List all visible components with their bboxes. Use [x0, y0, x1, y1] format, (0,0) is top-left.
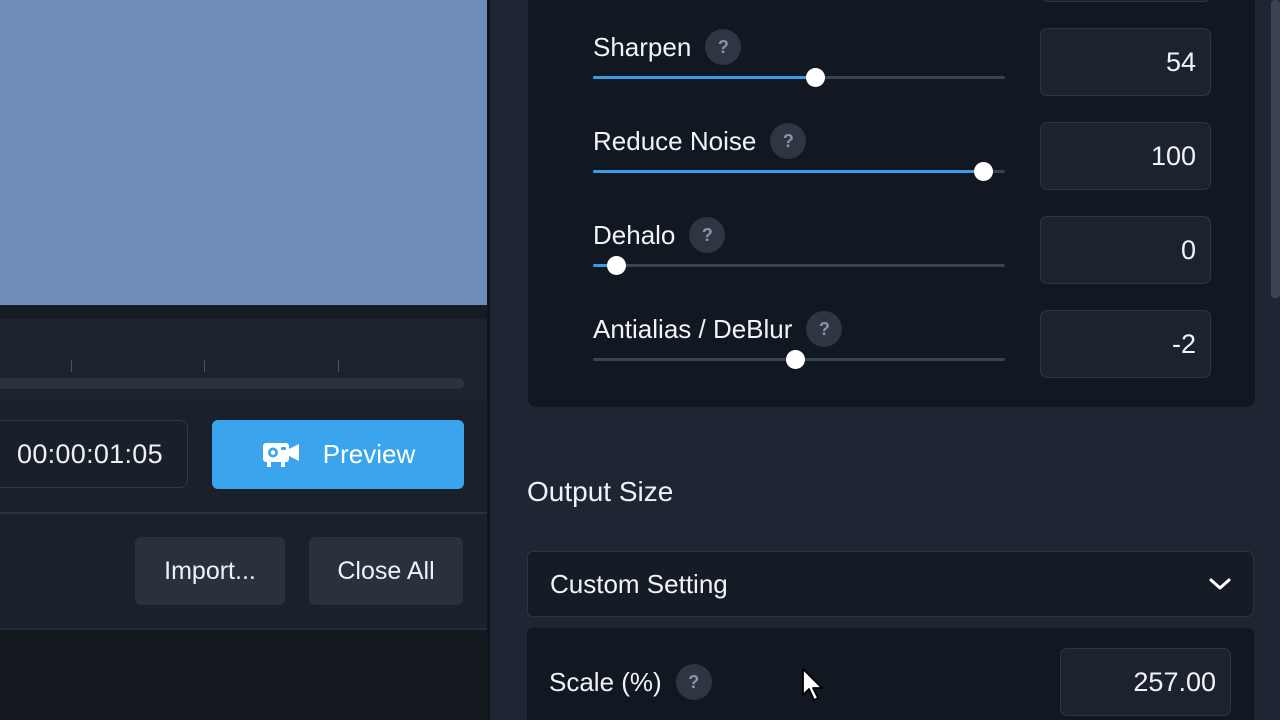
reduce-noise-value-field[interactable]: 100 — [1040, 122, 1211, 190]
left-pane: 00:00:01:05 Preview Import... Close All — [0, 0, 487, 720]
reduce-noise-label: Reduce Noise ? — [593, 123, 807, 159]
dehalo-label: Dehalo ? — [593, 217, 726, 253]
sharpen-slider[interactable] — [593, 68, 1005, 87]
antialias-deblur-slider[interactable] — [593, 350, 1005, 369]
scale-value-field[interactable]: 257.00 — [1060, 648, 1231, 716]
slider-label-text: Reduce Noise — [593, 125, 757, 156]
help-icon[interactable]: ? — [675, 664, 712, 700]
help-icon[interactable]: ? — [770, 123, 807, 159]
sharpen-label: Sharpen ? — [593, 29, 742, 65]
slider-label-text: Sharpen — [593, 31, 692, 62]
slider-thumb[interactable] — [806, 68, 825, 87]
timeline-scrubber[interactable] — [0, 378, 464, 389]
timecode-display: 00:00:01:05 — [0, 420, 188, 488]
dehalo-value-field[interactable]: 0 — [1040, 216, 1211, 284]
antialias-deblur-label: Antialias / DeBlur ? — [593, 311, 843, 347]
timeline-tick — [204, 360, 205, 372]
preview-label: Preview — [322, 439, 416, 469]
reduce-noise-slider[interactable] — [593, 162, 1005, 181]
help-icon[interactable]: ? — [705, 29, 742, 65]
close-all-button[interactable]: Close All — [309, 537, 463, 605]
slider-thumb[interactable] — [786, 350, 805, 369]
file-list-area — [0, 630, 487, 720]
dehalo-slider[interactable] — [593, 256, 1005, 275]
help-icon[interactable]: ? — [806, 311, 843, 347]
divider — [0, 512, 487, 514]
sharpen-value-field[interactable]: 54 — [1040, 28, 1211, 96]
mouse-pointer-icon — [802, 668, 823, 701]
slider-label-text: Antialias / DeBlur — [593, 313, 793, 344]
help-icon[interactable]: ? — [689, 217, 726, 253]
timeline-tick — [338, 360, 339, 372]
preview-button[interactable]: Preview — [212, 420, 464, 489]
select-value: Custom Setting — [550, 568, 728, 599]
import-button[interactable]: Import... — [135, 537, 285, 605]
scale-label: Scale (%) ? — [549, 664, 712, 700]
slider-fill — [593, 76, 815, 79]
scrollbar-thumb[interactable] — [1271, 0, 1280, 298]
projector-icon — [262, 442, 299, 467]
chevron-down-icon — [1209, 578, 1231, 590]
slider-label-text: Dehalo — [593, 219, 676, 250]
output-size-title: Output Size — [527, 476, 674, 507]
slider-thumb[interactable] — [974, 162, 993, 181]
antialias-deblur-value-field[interactable]: -2 — [1040, 310, 1211, 378]
slider-fill — [593, 170, 983, 173]
preview-border — [0, 305, 487, 319]
value-field-partial[interactable] — [1040, 0, 1211, 2]
slider-thumb[interactable] — [607, 256, 626, 275]
timeline-tick — [71, 360, 72, 372]
scale-label-text: Scale (%) — [549, 666, 662, 697]
video-preview — [0, 0, 487, 305]
output-size-select[interactable]: Custom Setting — [527, 551, 1254, 617]
